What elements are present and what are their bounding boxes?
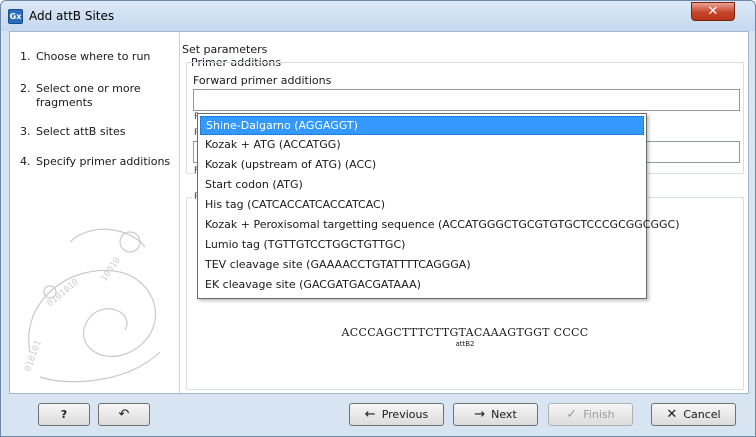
reset-button[interactable]: ↶ [98, 403, 150, 426]
finish-button[interactable]: ✓ Finish [548, 403, 633, 426]
step-item-choose-where-to-run: 1. Choose where to run [20, 50, 175, 64]
finish-label: Finish [583, 408, 615, 421]
window-title: Add attB Sites [29, 9, 115, 23]
attb2-sequence: ACCCAGCTTTCTTGTACAAAGTGGT CCCC [341, 326, 589, 339]
step-number: 2. [20, 82, 31, 95]
button-bar: ? ↶ ← Previous → Next ✓ Finish ✕ Cancel [1, 395, 755, 436]
dropdown-option[interactable]: Kozak + Peroxisomal targetting sequence … [200, 216, 680, 235]
close-button[interactable]: ✕ [691, 2, 735, 21]
title-bar: Gx Add attB Sites ✕ [1, 1, 755, 31]
undo-icon: ↶ [118, 407, 130, 422]
help-button[interactable]: ? [38, 403, 90, 426]
step-item-select-attb-sites: 3. Select attB sites [20, 125, 175, 139]
step-item-select-fragments: 2. Select one or more fragments [20, 82, 175, 110]
step-number: 3. [20, 125, 31, 138]
attb2-label: attB2 [455, 340, 475, 348]
forward-primer-label: Forward primer additions [193, 74, 332, 87]
dropdown-option[interactable]: TEV cleavage site (GAAAACCTGTATTTTCAGGGA… [200, 256, 644, 275]
dropdown-option[interactable]: Kozak (upstream of ATG) (ACC) [200, 156, 644, 175]
previous-button[interactable]: ← Previous [349, 403, 444, 426]
next-label: Next [491, 408, 517, 421]
primer-addition-dropdown-list[interactable]: Shine-Dalgarno (AGGAGGT) Kozak + ATG (AC… [197, 113, 680, 299]
dropdown-option[interactable]: EK cleavage site (GACGATGACGATAAA) [200, 276, 644, 295]
step-label: Select one or more fragments [36, 82, 141, 109]
checkmark-icon: ✓ [566, 407, 578, 422]
dropdown-option[interactable]: Start codon (ATG) [200, 176, 644, 195]
arrow-right-icon: → [474, 407, 486, 422]
step-label: Select attB sites [36, 125, 126, 138]
step-number: 4. [20, 155, 31, 168]
step-number: 1. [20, 50, 31, 63]
close-icon: ✕ [666, 407, 678, 422]
cancel-label: Cancel [683, 408, 721, 421]
app-icon: Gx [8, 9, 23, 24]
help-label: ? [60, 408, 68, 421]
step-label: Choose where to run [36, 50, 151, 63]
section-heading: Set parameters [182, 43, 268, 56]
svg-text:010101: 010101 [23, 339, 44, 373]
dropdown-option[interactable]: Lumio tag (TGTTGTCCTGGCTGTTGC) [200, 236, 644, 255]
step-label: Specify primer additions [36, 155, 171, 168]
cancel-button[interactable]: ✕ Cancel [651, 403, 736, 426]
previous-label: Previous [381, 408, 429, 421]
steps-panel: 1. Choose where to run 2. Select one or … [10, 32, 180, 393]
dropdown-option[interactable]: Kozak + ATG (ACCATGG) [200, 136, 644, 155]
arrow-left-icon: ← [364, 407, 376, 422]
wizard-window: Gx Add attB Sites ✕ 1. Choose where to r… [0, 0, 756, 437]
dropdown-option[interactable]: His tag (CATCACCATCACCATCAC) [200, 196, 644, 215]
step-item-specify-primer-additions: 4. Specify primer additions [20, 155, 175, 169]
svg-text:10010: 10010 [99, 256, 123, 284]
next-button[interactable]: → Next [453, 403, 538, 426]
dropdown-option[interactable]: Shine-Dalgarno (AGGAGGT) [200, 116, 644, 135]
decorative-swirl-logo: 0101010 10010 010101 [23, 228, 161, 383]
forward-primer-input[interactable] [193, 89, 740, 111]
